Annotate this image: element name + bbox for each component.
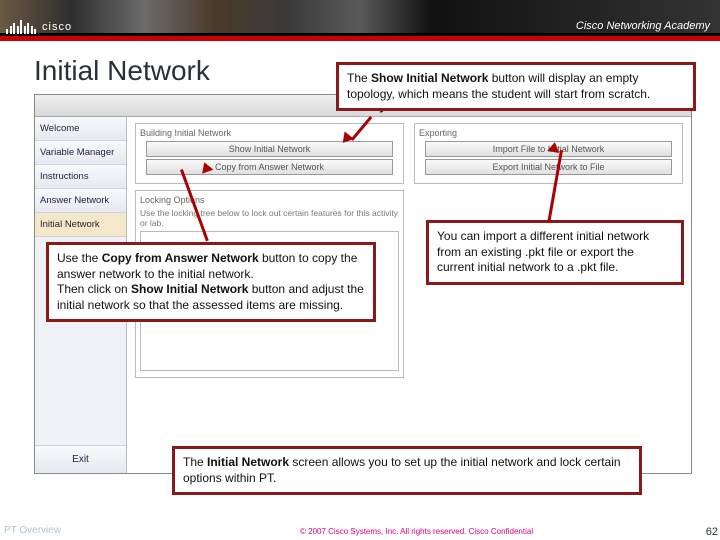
callout-summary: The Initial Network screen allows you to… — [172, 446, 642, 495]
group-export: Exporting Import File to Initial Network… — [414, 123, 683, 184]
callout-import-export: You can import a different initial netwo… — [426, 220, 684, 285]
academy-text: Cisco Networking Academy — [566, 16, 720, 36]
callout-bold: Show Initial Network — [371, 71, 488, 85]
cisco-logo: cisco — [0, 18, 78, 36]
sidebar-item-initial-network[interactable]: Initial Network — [35, 213, 126, 237]
callout-show-initial: The Show Initial Network button will dis… — [336, 62, 696, 111]
lock-description: Use the locking tree below to lock out c… — [140, 208, 399, 228]
sidebar-exit[interactable]: Exit — [35, 445, 126, 473]
header-bar: cisco Cisco Networking Academy — [0, 0, 720, 36]
callout-bold: Initial Network — [207, 455, 289, 469]
arrow-head-icon — [547, 141, 561, 153]
sidebar-item-instructions[interactable]: Instructions — [35, 165, 126, 189]
page-number: 62 — [706, 526, 718, 538]
right-column: Exporting Import File to Initial Network… — [414, 123, 683, 467]
callout-text: You can import a different initial netwo… — [437, 229, 649, 274]
callout-text: Then click on — [57, 282, 131, 296]
callout-bold: Show Initial Network — [131, 282, 248, 296]
group-build: Building Initial Network Show Initial Ne… — [135, 123, 404, 184]
callout-text: The — [347, 71, 371, 85]
cisco-bars-icon — [6, 20, 36, 34]
callout-bold: Copy from Answer Network — [102, 251, 259, 265]
group-lock-title: Locking Options — [140, 195, 399, 205]
group-export-title: Exporting — [419, 128, 678, 138]
export-file-button[interactable]: Export Initial Network to File — [425, 159, 671, 175]
brand-text: cisco — [42, 21, 72, 33]
footer-left: PT Overview — [4, 525, 61, 536]
callout-copy-answer: Use the Copy from Answer Network button … — [46, 242, 376, 322]
sidebar-item-answer-network[interactable]: Answer Network — [35, 189, 126, 213]
footer-copyright: © 2007 Cisco Systems, Inc. All rights re… — [300, 527, 533, 536]
header-overlay: cisco Cisco Networking Academy — [0, 0, 720, 36]
show-initial-network-button[interactable]: Show Initial Network — [146, 141, 392, 157]
sidebar-item-variable-manager[interactable]: Variable Manager — [35, 141, 126, 165]
sidebar-item-welcome[interactable]: Welcome — [35, 117, 126, 141]
callout-text: Use the — [57, 251, 102, 265]
callout-text: The — [183, 455, 207, 469]
